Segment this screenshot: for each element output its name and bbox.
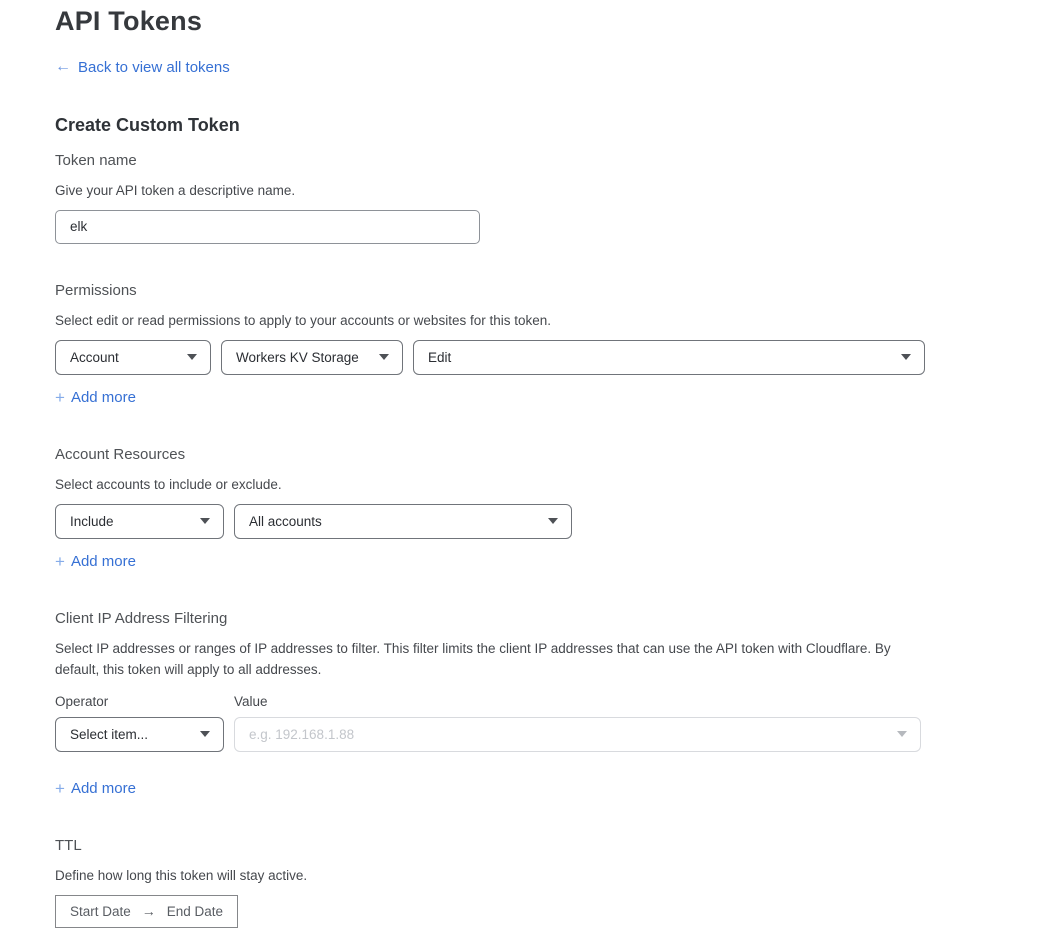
operator-select[interactable]: Select item... xyxy=(55,717,224,752)
ip-value-input[interactable]: e.g. 192.168.1.88 xyxy=(234,717,921,752)
account-resources-controls-row: Include All accounts xyxy=(55,504,1043,539)
chevron-down-icon xyxy=(200,518,210,524)
ip-filtering-controls-row: Select item... e.g. 192.168.1.88 xyxy=(55,717,1043,752)
chevron-down-icon xyxy=(548,518,558,524)
account-resources-add-more-button[interactable]: + Add more xyxy=(55,553,136,570)
token-name-label: Token name xyxy=(55,152,1043,169)
add-more-label: Add more xyxy=(71,389,136,406)
resource-scope-value: All accounts xyxy=(249,514,322,529)
ip-filtering-section: Client IP Address Filtering Select IP ad… xyxy=(55,610,1043,799)
create-custom-token-heading: Create Custom Token xyxy=(55,115,1043,136)
token-name-input[interactable] xyxy=(55,210,480,244)
ip-filtering-label: Client IP Address Filtering xyxy=(55,610,1043,627)
ip-filtering-add-more-button[interactable]: + Add more xyxy=(55,780,136,797)
date-range-picker[interactable]: Start Date → End Date xyxy=(55,895,238,928)
add-more-label: Add more xyxy=(71,553,136,570)
permission-group-value: Workers KV Storage xyxy=(236,350,359,365)
add-more-label: Add more xyxy=(71,780,136,797)
operator-select-value: Select item... xyxy=(70,727,148,742)
value-label: Value xyxy=(234,694,268,709)
permissions-description: Select edit or read permissions to apply… xyxy=(55,310,1043,331)
permission-level-select[interactable]: Edit xyxy=(413,340,925,375)
page-title: API Tokens xyxy=(55,6,1043,37)
resource-scope-select[interactable]: All accounts xyxy=(234,504,572,539)
resource-mode-select[interactable]: Include xyxy=(55,504,224,539)
chevron-down-icon xyxy=(187,354,197,360)
operator-label: Operator xyxy=(55,694,224,709)
token-name-section: Token name Give your API token a descrip… xyxy=(55,152,1043,244)
plus-icon: + xyxy=(55,553,65,570)
token-name-description: Give your API token a descriptive name. xyxy=(55,180,1043,201)
plus-icon: + xyxy=(55,780,65,797)
permission-scope-value: Account xyxy=(70,350,119,365)
ttl-section: TTL Define how long this token will stay… xyxy=(55,837,1043,928)
permissions-controls-row: Account Workers KV Storage Edit xyxy=(55,340,1043,375)
ip-filtering-description: Select IP addresses or ranges of IP addr… xyxy=(55,638,931,680)
permission-group-select[interactable]: Workers KV Storage xyxy=(221,340,403,375)
permissions-label: Permissions xyxy=(55,282,1043,299)
plus-icon: + xyxy=(55,389,65,406)
account-resources-description: Select accounts to include or exclude. xyxy=(55,474,1043,495)
account-resources-label: Account Resources xyxy=(55,446,1043,463)
chevron-down-icon xyxy=(901,354,911,360)
ttl-description: Define how long this token will stay act… xyxy=(55,865,1043,886)
resource-mode-value: Include xyxy=(70,514,114,529)
ip-value-placeholder: e.g. 192.168.1.88 xyxy=(249,727,354,742)
ttl-label: TTL xyxy=(55,837,1043,854)
back-link-label: Back to view all tokens xyxy=(78,59,230,76)
start-date-button[interactable]: Start Date xyxy=(70,904,131,919)
account-resources-section: Account Resources Select accounts to inc… xyxy=(55,446,1043,572)
left-arrow-icon: ← xyxy=(55,59,71,75)
back-link[interactable]: ← Back to view all tokens xyxy=(55,59,230,76)
permissions-add-more-button[interactable]: + Add more xyxy=(55,389,136,406)
permissions-section: Permissions Select edit or read permissi… xyxy=(55,282,1043,408)
chevron-down-icon xyxy=(897,731,907,737)
chevron-down-icon xyxy=(379,354,389,360)
permission-level-value: Edit xyxy=(428,350,451,365)
permission-scope-select[interactable]: Account xyxy=(55,340,211,375)
ip-filtering-sub-labels: Operator Value xyxy=(55,694,1043,709)
api-tokens-page: API Tokens ← Back to view all tokens Cre… xyxy=(0,0,1043,928)
chevron-down-icon xyxy=(200,731,210,737)
end-date-button[interactable]: End Date xyxy=(167,904,223,919)
